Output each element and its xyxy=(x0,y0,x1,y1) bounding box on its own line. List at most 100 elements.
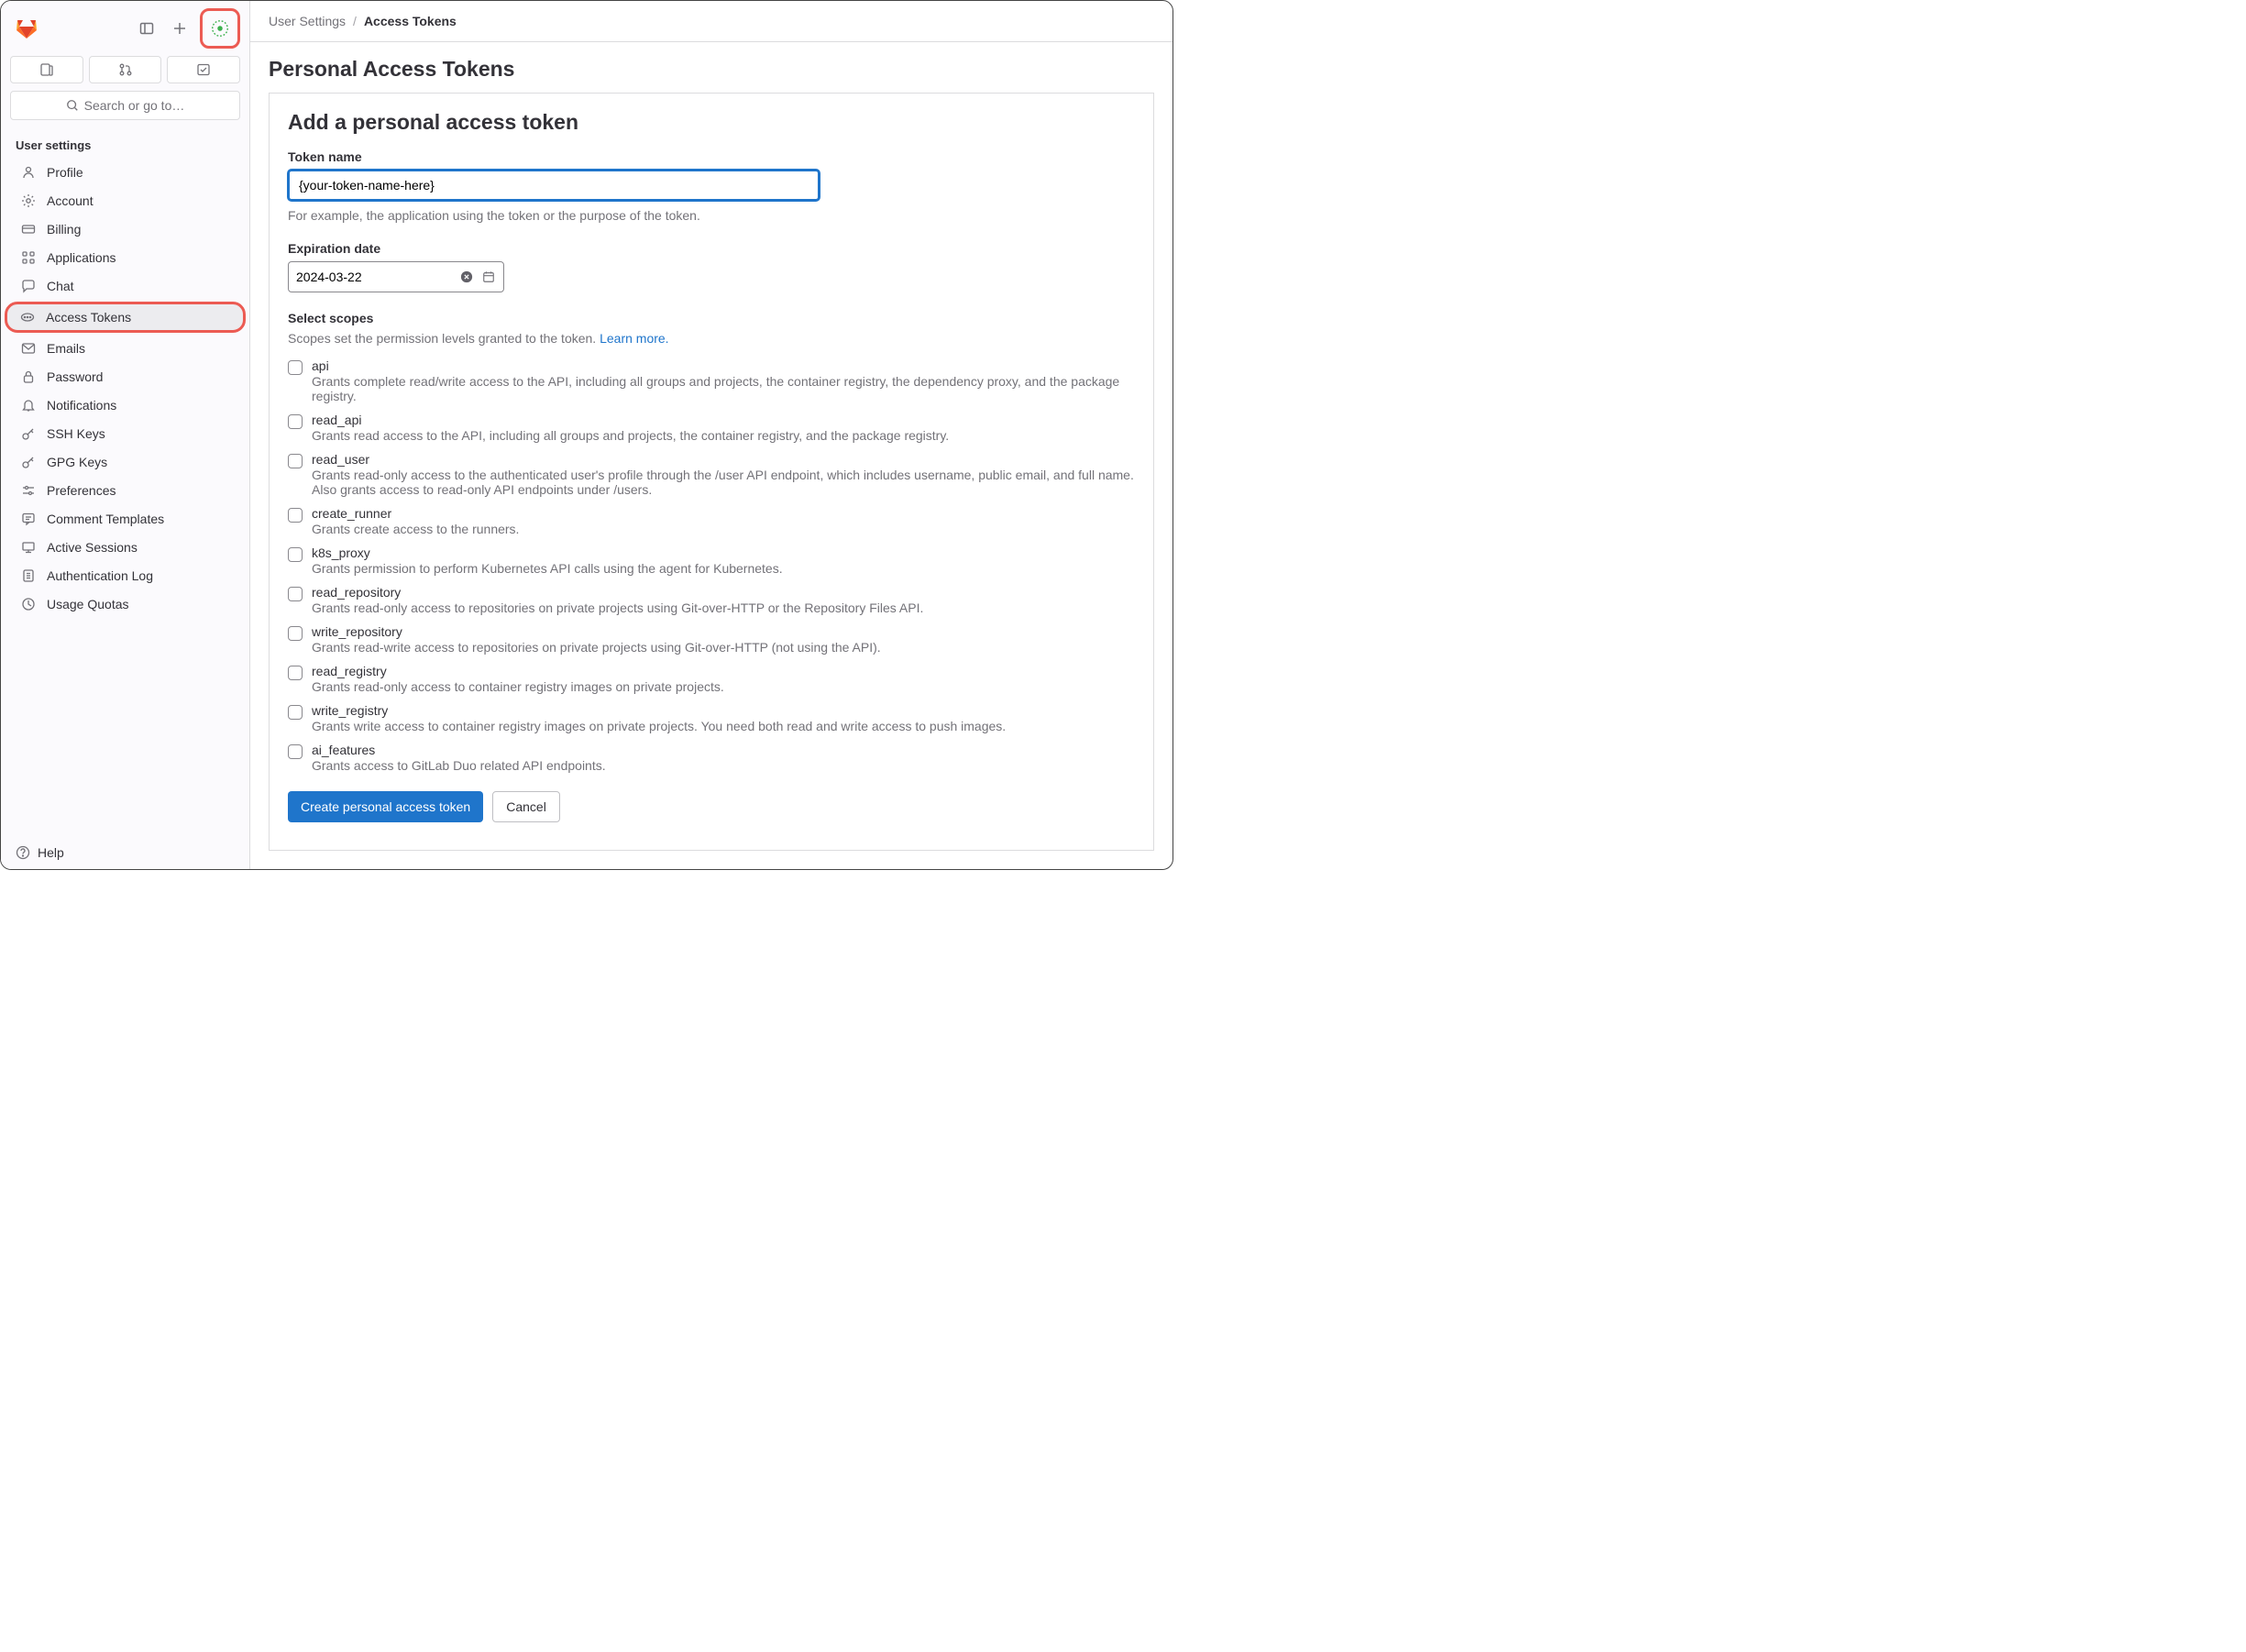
scope-item-create_runner: create_runnerGrants create access to the… xyxy=(288,506,1135,536)
scope-name: write_repository xyxy=(312,624,1135,639)
scope-description: Grants read access to the API, including… xyxy=(312,428,1135,443)
token-name-help: For example, the application using the t… xyxy=(288,208,1135,223)
sidebar: Search or go to… User settings Profile Ac… xyxy=(1,1,250,869)
scope-checkbox-k8s_proxy[interactable] xyxy=(288,547,303,562)
key-icon xyxy=(21,455,36,469)
scope-description: Grants access to GitLab Duo related API … xyxy=(312,758,1135,773)
sidebar-item-label: Comment Templates xyxy=(47,512,164,526)
issues-shortcut-button[interactable] xyxy=(10,56,83,83)
scope-item-read_api: read_apiGrants read access to the API, i… xyxy=(288,413,1135,443)
sidebar-item-preferences[interactable]: Preferences xyxy=(6,477,244,504)
gitlab-logo-icon[interactable] xyxy=(16,17,38,39)
scope-name: api xyxy=(312,358,1135,373)
search-placeholder: Search or go to… xyxy=(84,98,185,113)
scope-item-read_repository: read_repositoryGrants read-only access t… xyxy=(288,585,1135,615)
scopes-description: Scopes set the permission levels granted… xyxy=(288,331,1135,346)
plus-icon[interactable] xyxy=(167,16,193,41)
scope-name: read_registry xyxy=(312,664,1135,678)
sidebar-collapse-icon[interactable] xyxy=(134,16,160,41)
scope-checkbox-read_api[interactable] xyxy=(288,414,303,429)
scope-checkbox-read_registry[interactable] xyxy=(288,666,303,680)
billing-icon xyxy=(21,222,36,237)
content-frame: Add a personal access token Token name F… xyxy=(269,93,1154,851)
scope-description: Grants permission to perform Kubernetes … xyxy=(312,561,1135,576)
scope-item-write_registry: write_registryGrants write access to con… xyxy=(288,703,1135,733)
sidebar-item-gpg-keys[interactable]: GPG Keys xyxy=(6,448,244,476)
sidebar-item-account[interactable]: Account xyxy=(6,187,244,215)
scope-checkbox-write_registry[interactable] xyxy=(288,705,303,720)
sidebar-item-label: Access Tokens xyxy=(46,310,131,325)
sidebar-item-label: Password xyxy=(47,369,103,384)
scope-description: Grants complete read/write access to the… xyxy=(312,374,1135,403)
chat-icon xyxy=(21,279,36,293)
scopes-learn-more-link[interactable]: Learn more. xyxy=(600,331,668,346)
sidebar-item-usage-quotas[interactable]: Usage Quotas xyxy=(6,590,244,618)
sidebar-item-label: Emails xyxy=(47,341,85,356)
scope-checkbox-api[interactable] xyxy=(288,360,303,375)
scope-checkbox-write_repository[interactable] xyxy=(288,626,303,641)
sidebar-item-emails[interactable]: Emails xyxy=(6,335,244,362)
sidebar-items: Profile AccountBillingApplications Chat Acc… xyxy=(1,158,249,836)
sidebar-item-billing[interactable]: Billing xyxy=(6,215,244,243)
scope-name: create_runner xyxy=(312,506,1135,521)
sidebar-item-label: Notifications xyxy=(47,398,116,413)
breadcrumb-current: Access Tokens xyxy=(364,14,457,28)
scope-description: Grants read-write access to repositories… xyxy=(312,640,1135,655)
sidebar-item-label: Chat xyxy=(47,279,74,293)
token-name-input[interactable] xyxy=(288,170,820,201)
scope-name: write_registry xyxy=(312,703,1135,718)
cancel-button[interactable]: Cancel xyxy=(492,791,560,822)
help-link[interactable]: Help xyxy=(1,836,249,869)
scope-name: read_api xyxy=(312,413,1135,427)
sidebar-item-label: Active Sessions xyxy=(47,540,138,555)
profile-icon xyxy=(21,165,36,180)
sidebar-section-title: User settings xyxy=(1,131,249,158)
expiration-date-label: Expiration date xyxy=(288,241,1135,256)
sessions-icon xyxy=(21,540,36,555)
token-name-label: Token name xyxy=(288,149,1135,164)
scope-description: Grants write access to container registr… xyxy=(312,719,1135,733)
sidebar-item-label: Preferences xyxy=(47,483,116,498)
sidebar-item-label: GPG Keys xyxy=(47,455,107,469)
sidebar-item-chat[interactable]: Chat xyxy=(6,272,244,300)
account-icon xyxy=(21,193,36,208)
clear-icon[interactable] xyxy=(459,270,474,284)
scope-name: ai_features xyxy=(312,743,1135,757)
scopes-list: apiGrants complete read/write access to … xyxy=(288,358,1135,773)
sidebar-item-access-tokens[interactable]: Access Tokens xyxy=(5,302,246,333)
notifications-icon xyxy=(21,398,36,413)
create-token-button[interactable]: Create personal access token xyxy=(288,791,483,822)
breadcrumb: User Settings / Access Tokens xyxy=(250,1,1173,42)
scopes-desc-text: Scopes set the permission levels granted… xyxy=(288,331,600,346)
sidebar-item-notifications[interactable]: Notifications xyxy=(6,391,244,419)
expiration-date-input[interactable] xyxy=(296,270,452,284)
sidebar-item-active-sessions[interactable]: Active Sessions xyxy=(6,534,244,561)
scope-item-write_repository: write_repositoryGrants read-write access… xyxy=(288,624,1135,655)
scope-item-api: apiGrants complete read/write access to … xyxy=(288,358,1135,403)
scope-item-read_user: read_userGrants read-only access to the … xyxy=(288,452,1135,497)
shortcut-row xyxy=(1,56,249,91)
sidebar-item-ssh-keys[interactable]: SSH Keys xyxy=(6,420,244,447)
merge-requests-shortcut-button[interactable] xyxy=(89,56,162,83)
scope-checkbox-read_user[interactable] xyxy=(288,454,303,468)
comment-icon xyxy=(21,512,36,526)
expiration-date-field[interactable] xyxy=(288,261,504,292)
sidebar-item-profile[interactable]: Profile xyxy=(6,159,244,186)
log-icon xyxy=(21,568,36,583)
search-icon xyxy=(66,99,79,112)
sidebar-item-applications[interactable]: Applications xyxy=(6,244,244,271)
scope-checkbox-create_runner[interactable] xyxy=(288,508,303,523)
search-input[interactable]: Search or go to… xyxy=(10,91,240,120)
sidebar-item-password[interactable]: Password xyxy=(6,363,244,391)
scope-checkbox-ai_features[interactable] xyxy=(288,744,303,759)
sidebar-item-authentication-log[interactable]: Authentication Log xyxy=(6,562,244,589)
scope-checkbox-read_repository[interactable] xyxy=(288,587,303,601)
sidebar-item-label: Profile xyxy=(47,165,83,180)
calendar-icon[interactable] xyxy=(481,270,496,284)
sidebar-item-comment-templates[interactable]: Comment Templates xyxy=(6,505,244,533)
password-icon xyxy=(21,369,36,384)
todos-shortcut-button[interactable] xyxy=(167,56,240,83)
tanuki-ai-icon[interactable] xyxy=(200,8,240,49)
sidebar-item-label: Authentication Log xyxy=(47,568,153,583)
breadcrumb-parent[interactable]: User Settings xyxy=(269,14,346,28)
